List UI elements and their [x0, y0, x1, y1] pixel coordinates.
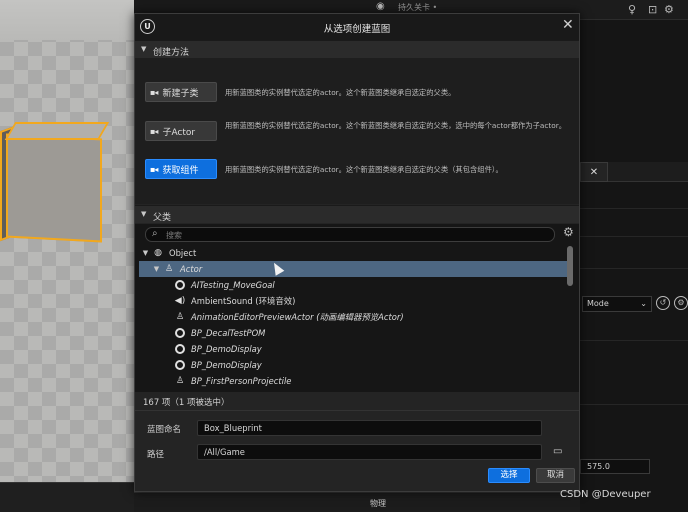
class-tree[interactable]: ▼ ◍ Object ▼ ♙ Actor AITesting_MoveGoal ◀) Ambie… [139, 245, 573, 391]
class-search-input[interactable] [166, 229, 546, 241]
viewport-sky [0, 0, 134, 40]
class-tree-row[interactable]: ▼ ◍ Object [139, 245, 573, 261]
class-tree-row[interactable]: BP_DemoDisplay [139, 357, 573, 373]
blueprint-name-field[interactable]: Box_Blueprint [197, 420, 542, 436]
class-tree-label: BP_FirstPersonProjectile [191, 376, 292, 386]
physics-section-label: 物理 [370, 499, 386, 508]
lock-icon[interactable]: ⊡ [648, 3, 657, 16]
parent-class-header[interactable]: ▼ 父类 [135, 205, 579, 223]
item-count: 167 项（1 项被选中） [143, 398, 230, 408]
blueprint-name-label: 蓝图命名 [147, 425, 182, 435]
class-tree-row[interactable]: AITesting_MoveGoal [139, 277, 573, 293]
persistent-level-label: 持久关卡 • [398, 3, 438, 12]
blueprint-icon: ▪◂ [150, 164, 159, 174]
parent-class-panel: ⌕ ⚙ ▼◍Object▼♙ActorAITesting_MoveGoal◀)A… [135, 224, 579, 392]
new-subclass-button[interactable]: ▪◂ 新建子类 [145, 82, 217, 102]
cube-top-face [4, 122, 110, 140]
class-tree-row[interactable]: BP_DemoDisplay [139, 341, 573, 357]
view-options-gear-icon[interactable]: ⚙ [563, 225, 574, 239]
class-tree-label: AmbientSound (环境音效) [191, 296, 296, 306]
class-tree-label: BP_DemoDisplay [191, 360, 262, 370]
class-tree-label: Actor [180, 264, 203, 274]
blueprint-icon: ▪◂ [150, 87, 159, 97]
creation-method-panel: ▪◂ 新建子类 用新蓝图类的实例替代选定的actor。这个新蓝图类继承自选定的父… [135, 58, 579, 204]
path-field[interactable]: /All/Game [197, 444, 542, 460]
collapse-arrow-icon: ▼ [141, 210, 147, 218]
settings-icon[interactable]: ⚙ [674, 296, 688, 310]
select-button[interactable]: 选择 [488, 468, 530, 483]
class-tree-label: Object [169, 248, 197, 258]
ring-icon [174, 279, 186, 291]
dialog-title: 从选项创建蓝图 [323, 24, 391, 35]
row-divider [580, 236, 688, 237]
class-tree-row[interactable]: BP_DecalTestPOM [139, 325, 573, 341]
details-close-icon[interactable]: ✕ [580, 162, 608, 182]
tree-scrollbar[interactable] [567, 246, 573, 286]
creation-method-title: 创建方法 [153, 48, 190, 58]
parent-class-title: 父类 [153, 213, 172, 223]
viewport-bottom-bar [0, 482, 134, 512]
child-actor-label: 子Actor [162, 127, 196, 138]
lightbulb-icon[interactable]: ♀ [628, 3, 636, 16]
mode-dropdown[interactable]: Mode ⌄ [582, 296, 652, 312]
class-tree-row[interactable]: ▼ ♙ Actor [139, 261, 573, 277]
child-actor-button[interactable]: ▪◂ 子Actor [145, 121, 217, 141]
details-panel: ♀ ⊡ ⚙ ✕ Mode ⌄ ↺ ⚙ 575.0 [580, 0, 688, 512]
speaker-icon: ◀) [174, 296, 186, 306]
expand-arrow-icon[interactable]: ▼ [152, 265, 161, 273]
eye-icon[interactable]: ◉ [376, 1, 385, 12]
numeric-value-field[interactable]: 575.0 [580, 459, 650, 474]
actor-icon: ♙ [164, 264, 174, 274]
globe-icon: ◍ [154, 248, 162, 258]
class-tree-row[interactable]: ♙ AnimationEditorPreviewActor (动画编辑器预览Act… [139, 309, 573, 325]
chevron-down-icon: ⌄ [640, 299, 647, 308]
new-subclass-label: 新建子类 [162, 88, 199, 99]
class-search-box[interactable]: ⌕ [145, 227, 555, 242]
gear-icon[interactable]: ⚙ [664, 3, 674, 16]
class-tree-row[interactable]: ♙ BP_FirstPersonProjectile [139, 373, 573, 389]
class-tree-row[interactable]: BP_Grenade [139, 389, 573, 391]
class-tree-label: AnimationEditorPreviewActor (动画编辑器预览Acto… [191, 312, 404, 322]
cancel-button[interactable]: 取消 [536, 468, 575, 483]
child-actor-description: 用新蓝图类的实例替代选定的actor。这个新蓝图类继承自选定的父类，选中的每个a… [225, 121, 567, 130]
harvest-components-description: 用新蓝图类的实例替代选定的actor。这个新蓝图类继承自选定的父类（其包含组件）… [225, 165, 503, 174]
bottom-panel-strip: 物理 [134, 492, 580, 512]
reset-icon[interactable]: ↺ [656, 296, 670, 310]
creation-method-header[interactable]: ▼ 创建方法 [135, 40, 579, 58]
close-icon[interactable]: ✕ [562, 17, 574, 33]
class-tree-row[interactable]: ◀) AmbientSound (环境音效) [139, 293, 573, 309]
mode-dropdown-label: Mode [587, 299, 609, 308]
folder-icon[interactable]: ▭ [553, 446, 562, 457]
details-tab-bar [608, 162, 688, 182]
row-divider [580, 208, 688, 209]
blueprint-icon: ▪◂ [150, 126, 159, 136]
class-tree-label: BP_DecalTestPOM [191, 328, 266, 338]
harvest-components-label: 获取组件 [162, 165, 199, 176]
selected-cube-actor[interactable] [6, 133, 102, 243]
ring-icon [174, 343, 186, 355]
actor-icon: ♙ [175, 376, 185, 386]
create-blueprint-dialog: U 从选项创建蓝图 ✕ ▼ 创建方法 ▪◂ 新建子类 用新蓝图类的实例替代选定的… [134, 13, 580, 492]
actor-icon: ♙ [175, 312, 185, 322]
class-tree-label: AITesting_MoveGoal [191, 280, 275, 290]
row-divider [580, 268, 688, 269]
details-top-bar: ♀ ⊡ ⚙ [580, 0, 688, 20]
search-icon: ⌕ [152, 228, 158, 239]
watermark: CSDN @Deveuper [560, 489, 651, 500]
collapse-arrow-icon: ▼ [141, 45, 147, 53]
expand-arrow-icon[interactable]: ▼ [141, 249, 150, 257]
dialog-titlebar[interactable]: U 从选项创建蓝图 ✕ [135, 14, 579, 40]
level-viewport[interactable] [0, 0, 134, 512]
ring-icon [174, 359, 186, 371]
ring-icon [174, 327, 186, 339]
row-divider [580, 340, 688, 341]
outliner-top-strip: ◉ 持久关卡 • [370, 0, 580, 14]
divider [135, 410, 579, 411]
harvest-components-button[interactable]: ▪◂ 获取组件 [145, 159, 217, 179]
path-label: 路径 [147, 450, 165, 460]
class-tree-label: BP_DemoDisplay [191, 344, 262, 354]
row-divider [580, 404, 688, 405]
new-subclass-description: 用新蓝图类的实例替代选定的actor。这个新蓝图类继承自选定的父类。 [225, 88, 456, 97]
